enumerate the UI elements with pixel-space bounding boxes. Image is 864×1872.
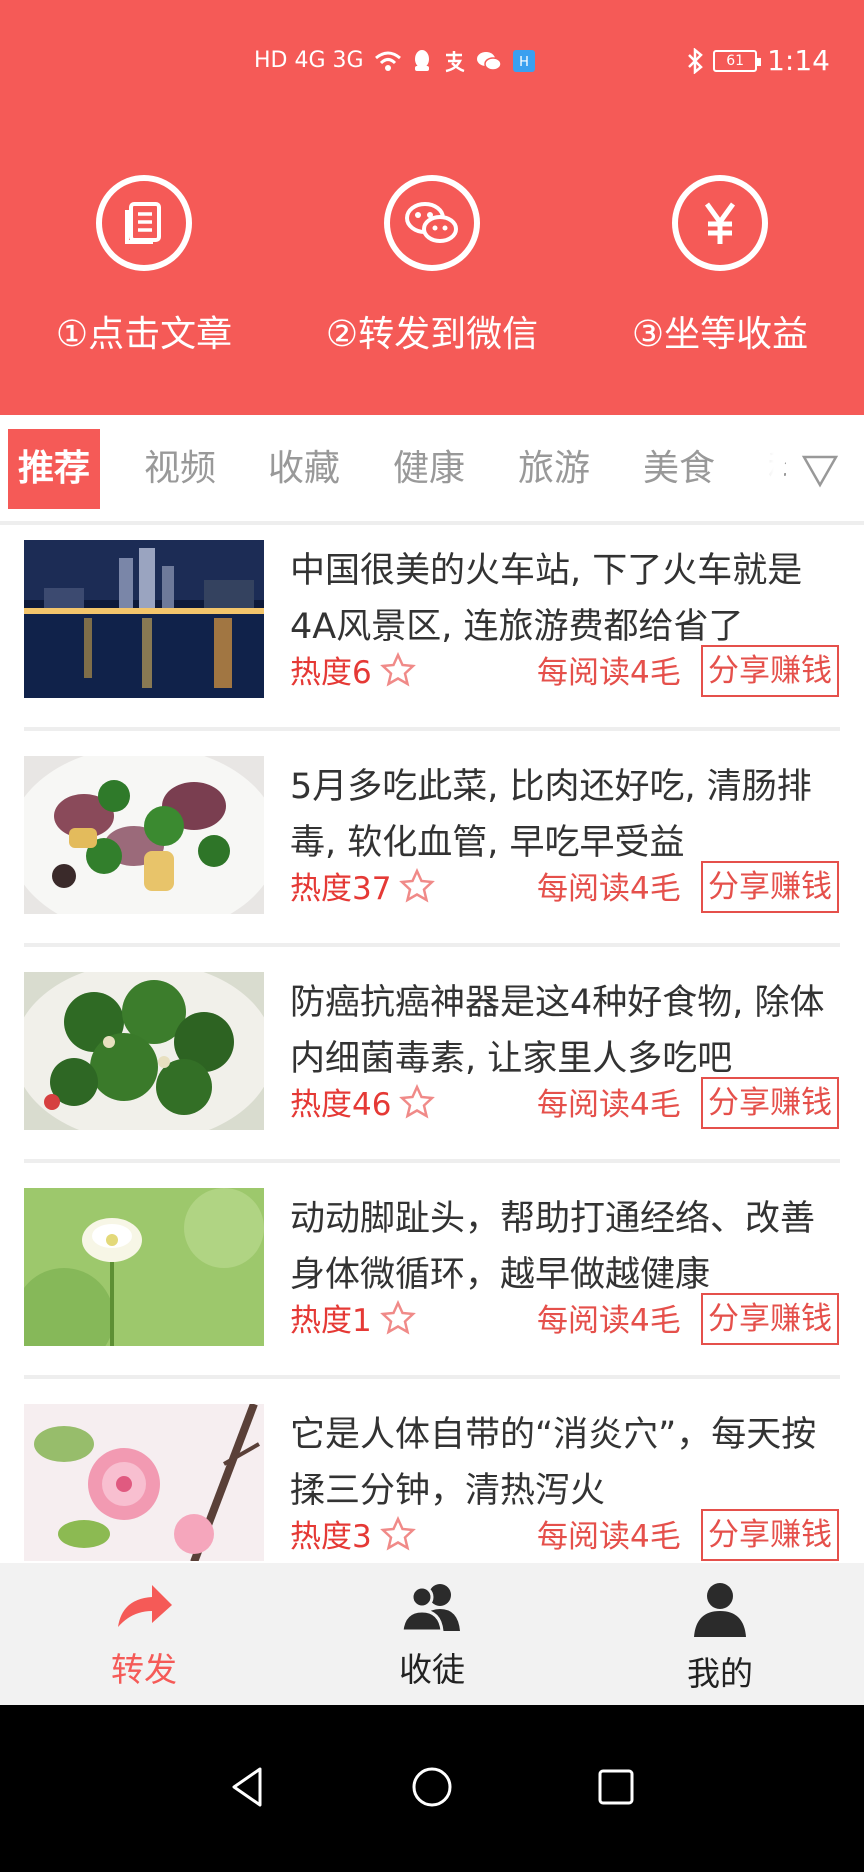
article-icon [96, 175, 192, 271]
step-click-article[interactable]: ①点击文章 [0, 175, 288, 357]
system-navigation-bar [0, 1705, 864, 1872]
share-earn-button[interactable]: 分享赚钱 [701, 1293, 839, 1345]
tab-video[interactable]: 视频 [144, 429, 216, 509]
vegetable-dish-thumb [24, 756, 264, 914]
battery-indicator: 61 [713, 49, 762, 72]
divider [24, 727, 840, 731]
nav-label: 收徒 [399, 1650, 465, 1689]
share-earn-button[interactable]: 分享赚钱 [701, 1509, 839, 1561]
wifi-icon [374, 51, 401, 71]
steps-row: ①点击文章 ②转发到微信 ③坐等收益 [0, 175, 864, 357]
network-indicators: HD 4G 3G [254, 48, 364, 73]
status-right: 61 1:14 [687, 44, 830, 77]
step-share-wechat[interactable]: ②转发到微信 [288, 175, 576, 357]
bluetooth-icon [688, 47, 703, 74]
tab-recommend[interactable]: 推荐 [8, 429, 101, 509]
share-earn-button[interactable]: 分享赚钱 [701, 1077, 839, 1129]
share-earn-button[interactable]: 分享赚钱 [701, 645, 839, 697]
article-title[interactable]: 动动脚趾头，帮助打通经络、改善身体微循环，越早做越健康 [290, 1191, 840, 1303]
heat-indicator: 热度37 [290, 863, 436, 908]
step-label: ①点击文章 [55, 314, 233, 355]
heat-label: 热度3 [290, 1519, 372, 1555]
pink-blossom-thumb [24, 1404, 264, 1561]
share-earn-button[interactable]: 分享赚钱 [701, 861, 839, 913]
article-title[interactable]: 它是人体自带的“消炎穴”，每天按揉三分钟，清热泻火 [290, 1407, 840, 1519]
profile-icon [694, 1583, 746, 1637]
heat-indicator: 热度46 [290, 1079, 436, 1124]
header-banner: HD 4G 3G H 61 1:14 ①点击文章 ②转发到微信 ③坐等收益 [0, 0, 864, 415]
star-icon[interactable] [379, 1299, 416, 1336]
reward-text: 每阅读4毛 [537, 1519, 681, 1555]
wechat-icon [384, 175, 480, 271]
divider [24, 1159, 840, 1163]
tab-favorites[interactable]: 收藏 [268, 429, 340, 509]
step-earn[interactable]: ③坐等收益 [576, 175, 864, 357]
star-icon[interactable] [379, 651, 416, 688]
tab-fade [734, 415, 784, 515]
category-tabs: 推荐 视频 收藏 健康 旅游 美食 科 [0, 415, 864, 525]
heat-indicator: 热度1 [290, 1295, 416, 1340]
tab-travel[interactable]: 旅游 [518, 429, 590, 509]
list-item[interactable]: 动动脚趾头，帮助打通经络、改善身体微循环，越早做越健康 热度1 每阅读4毛 分享… [0, 1177, 864, 1393]
tab-food[interactable]: 美食 [643, 429, 715, 509]
heat-indicator: 热度3 [290, 1511, 416, 1556]
broccoli-thumb [24, 972, 264, 1130]
heat-indicator: 热度6 [290, 647, 416, 692]
tab-health[interactable]: 健康 [393, 429, 465, 509]
bottom-navigation: 转发 收徒 我的 [0, 1563, 864, 1705]
divider [24, 943, 840, 947]
star-icon[interactable] [379, 1515, 416, 1552]
back-icon[interactable] [226, 1765, 270, 1809]
step-label: ③坐等收益 [631, 314, 809, 355]
article-title[interactable]: 中国很美的火车站, 下了火车就是4A风景区, 连旅游费都给省了 [290, 543, 840, 655]
night-city-thumb [24, 540, 264, 698]
step-label: ②转发到微信 [325, 314, 539, 355]
wechat-status-icon [476, 51, 502, 71]
qq-icon [414, 49, 429, 71]
nav-label: 转发 [111, 1650, 177, 1689]
reward-text: 每阅读4毛 [537, 1303, 681, 1339]
status-indicators: HD 4G 3G H [254, 48, 536, 73]
svg-text:H: H [519, 55, 529, 70]
nav-recruit[interactable]: 收徒 [288, 1563, 576, 1705]
clock: 1:14 [767, 44, 830, 77]
star-icon[interactable] [399, 867, 436, 904]
heat-label: 热度37 [290, 871, 392, 907]
list-item[interactable]: 5月多吃此菜, 比肉还好吃, 清肠排毒, 软化血管, 早吃早受益 热度37 每阅… [0, 745, 864, 961]
list-item[interactable]: 防癌抗癌神器是这4种好食物, 除体内细菌毒素, 让家里人多吃吧 热度46 每阅读… [0, 961, 864, 1177]
yuan-icon [672, 175, 768, 271]
list-item[interactable]: 它是人体自带的“消炎穴”，每天按揉三分钟，清热泻火 热度3 每阅读4毛 分享赚钱 [0, 1393, 864, 1561]
status-bar: HD 4G 3G H 61 1:14 [0, 44, 864, 80]
article-title[interactable]: 5月多吃此菜, 比肉还好吃, 清肠排毒, 软化血管, 早吃早受益 [290, 759, 840, 871]
home-icon[interactable] [410, 1765, 454, 1809]
reward-text: 每阅读4毛 [537, 871, 681, 907]
heat-label: 热度46 [290, 1087, 392, 1123]
nav-mine[interactable]: 我的 [576, 1563, 864, 1705]
users-icon [400, 1584, 460, 1633]
star-icon[interactable] [399, 1083, 436, 1120]
white-flower-thumb [24, 1188, 264, 1346]
alipay-icon [445, 50, 464, 72]
article-title[interactable]: 防癌抗癌神器是这4种好食物, 除体内细菌毒素, 让家里人多吃吧 [290, 975, 840, 1087]
heat-label: 热度6 [290, 655, 372, 691]
heat-label: 热度1 [290, 1303, 372, 1339]
app-status-icon: H [512, 49, 535, 72]
article-list: 中国很美的火车站, 下了火车就是4A风景区, 连旅游费都给省了 热度6 每阅读4… [0, 529, 864, 1561]
share-arrow-icon [118, 1585, 172, 1627]
nav-forward[interactable]: 转发 [0, 1563, 288, 1705]
recents-icon[interactable] [594, 1765, 638, 1809]
chevron-down-icon[interactable] [800, 451, 840, 491]
nav-label: 我的 [687, 1654, 753, 1693]
reward-text: 每阅读4毛 [537, 655, 681, 691]
reward-text: 每阅读4毛 [537, 1087, 681, 1123]
list-item[interactable]: 中国很美的火车站, 下了火车就是4A风景区, 连旅游费都给省了 热度6 每阅读4… [0, 529, 864, 745]
divider [24, 1375, 840, 1379]
